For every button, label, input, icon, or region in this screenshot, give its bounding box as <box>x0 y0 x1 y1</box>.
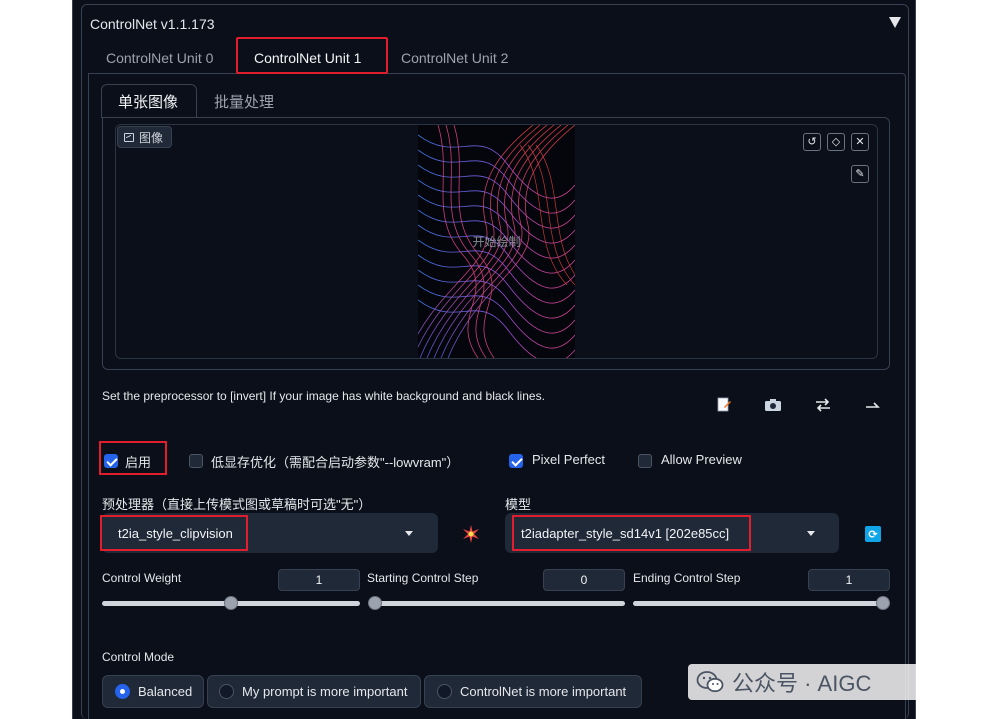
tab-unit-2[interactable]: ControlNet Unit 2 <box>401 50 508 66</box>
mode-prompt-label: My prompt is more important <box>242 684 408 699</box>
mode-balanced-label: Balanced <box>138 684 193 699</box>
reset-icon[interactable]: ↺ <box>803 133 821 151</box>
refresh-models-icon[interactable]: ⟳ <box>865 526 881 542</box>
eraser-icon[interactable]: ◇ <box>827 133 845 151</box>
model-value: t2iadapter_style_sd14v1 [202e85cc] <box>521 526 730 541</box>
watermark: 公众号 · AIGC <box>688 664 978 700</box>
close-icon[interactable]: ✕ <box>851 133 869 151</box>
new-canvas-icon[interactable] <box>715 397 733 413</box>
allow-preview-label: Allow Preview <box>661 452 742 467</box>
mode-prompt-radio[interactable] <box>219 684 234 699</box>
control-weight-label: Control Weight <box>102 571 182 585</box>
lowvram-checkbox[interactable] <box>189 454 203 468</box>
enable-checkbox[interactable] <box>104 454 118 468</box>
panel-title[interactable]: ControlNet v1.1.173 <box>90 16 215 32</box>
preprocessor-hint: Set the preprocessor to [invert] If your… <box>102 389 545 403</box>
control-weight-thumb[interactable] <box>224 596 238 610</box>
start-step-label: Starting Control Step <box>367 571 479 585</box>
tab-unit-0[interactable]: ControlNet Unit 0 <box>106 50 213 66</box>
preprocessor-chevron-down-icon[interactable] <box>405 531 413 536</box>
lowvram-label: 低显存优化（需配合启动参数"--lowvram"） <box>211 455 460 470</box>
control-weight-input[interactable]: 1 <box>278 569 360 591</box>
model-chevron-down-icon[interactable] <box>807 531 815 536</box>
end-step-track[interactable] <box>633 601 890 606</box>
start-step-track[interactable] <box>368 601 625 606</box>
tab-unit-1[interactable]: ControlNet Unit 1 <box>254 50 361 66</box>
end-step-input[interactable]: 1 <box>808 569 890 591</box>
mode-controlnet-radio[interactable] <box>437 684 452 699</box>
tab-single-image[interactable]: 单张图像 <box>118 91 178 112</box>
watermark-text: 公众号 · AIGC <box>732 671 872 696</box>
mode-balanced-radio[interactable] <box>115 684 130 699</box>
control-mode-label: Control Mode <box>102 650 175 664</box>
canvas-caption: 开始绘制 <box>472 235 521 249</box>
start-step-input[interactable]: 0 <box>543 569 625 591</box>
end-step-label: Ending Control Step <box>633 571 741 585</box>
mode-controlnet-label: ControlNet is more important <box>460 684 627 699</box>
preprocessor-value: t2ia_style_clipvision <box>118 526 233 541</box>
enable-label: 启用 <box>125 455 152 470</box>
wechat-icon <box>696 671 724 693</box>
pixel-perfect-label: Pixel Perfect <box>532 452 605 467</box>
collapse-triangle-icon[interactable] <box>889 17 901 28</box>
allow-preview-checkbox[interactable] <box>638 454 652 468</box>
uploaded-image[interactable]: 开始绘制 <box>418 125 575 358</box>
pixel-perfect-checkbox[interactable] <box>509 454 523 468</box>
model-label: 模型 <box>505 497 532 512</box>
end-step-thumb[interactable] <box>876 596 890 610</box>
tab-batch[interactable]: 批量处理 <box>214 91 274 112</box>
image-label-text: 图像 <box>139 130 164 145</box>
send-dimensions-icon[interactable] <box>864 397 882 413</box>
start-step-thumb[interactable] <box>368 596 382 610</box>
camera-icon[interactable] <box>764 397 782 413</box>
brush-icon[interactable]: ✎ <box>851 165 869 183</box>
image-icon <box>124 132 134 142</box>
run-preprocessor-icon[interactable] <box>462 525 480 543</box>
swap-icon[interactable] <box>814 397 832 413</box>
preprocessor-label: 预处理器（直接上传模式图或草稿时可选"无"） <box>102 497 372 512</box>
image-label: 图像 <box>117 126 173 148</box>
